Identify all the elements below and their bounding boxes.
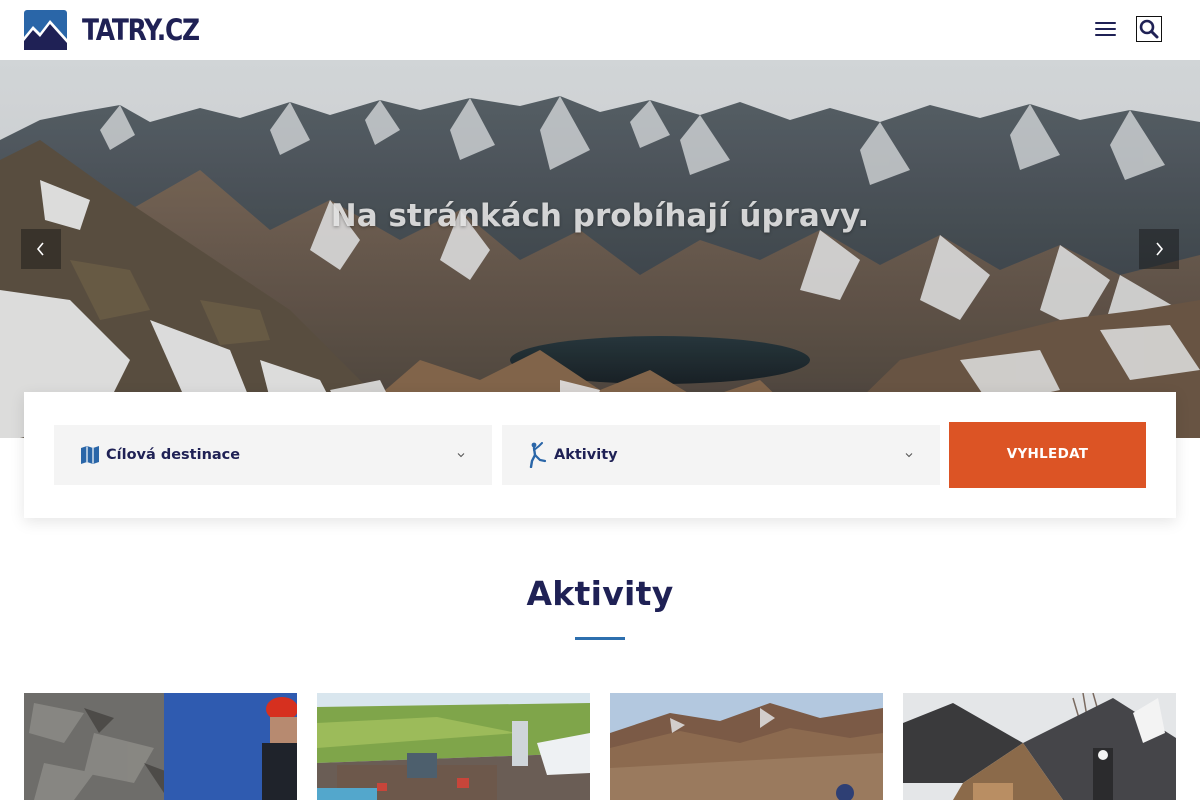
aquapark-resort-photo	[317, 693, 590, 800]
hero-slider: Na stránkách probíhají úpravy.	[0, 60, 1200, 438]
search-icon[interactable]	[1136, 16, 1162, 42]
hero-title: Na stránkách probíhají úpravy.	[330, 198, 870, 234]
map-icon	[80, 443, 100, 467]
activity-card-hiking[interactable]	[610, 693, 883, 800]
activity-card-climbing[interactable]	[24, 693, 297, 800]
activity-card-accommodation[interactable]	[903, 693, 1176, 800]
climber-icon	[528, 442, 548, 468]
slider-prev-button[interactable]	[21, 229, 61, 269]
activity-card-aquapark[interactable]	[317, 693, 590, 800]
chevron-down-icon	[457, 453, 465, 458]
destination-select-label: Cílová destinace	[106, 447, 241, 463]
chevron-down-icon	[905, 453, 913, 458]
logo-text: TATRY.CZ	[82, 13, 200, 47]
site-logo[interactable]: TATRY.CZ	[24, 10, 218, 50]
mountain-ridge-hiker-photo	[610, 693, 883, 800]
activities-section-title: Aktivity	[526, 574, 674, 613]
mountain-panorama-image	[0, 60, 1200, 438]
search-panel: Cílová destinace Aktivity VYHLEDAT	[24, 392, 1176, 518]
section-divider	[575, 637, 625, 640]
destination-select[interactable]: Cílová destinace	[54, 425, 492, 485]
wooden-chalet-photo	[903, 693, 1176, 800]
search-submit-button[interactable]: VYHLEDAT	[949, 422, 1146, 488]
chevron-left-icon	[36, 242, 44, 256]
climber-rock-photo	[24, 693, 297, 800]
site-header: TATRY.CZ	[0, 0, 1200, 60]
slider-next-button[interactable]	[1139, 229, 1179, 269]
chevron-right-icon	[1156, 242, 1164, 256]
hamburger-menu-icon[interactable]	[1094, 18, 1118, 42]
mountain-logo-icon	[24, 10, 67, 50]
activities-select-label: Aktivity	[554, 447, 618, 463]
activities-select[interactable]: Aktivity	[502, 425, 940, 485]
